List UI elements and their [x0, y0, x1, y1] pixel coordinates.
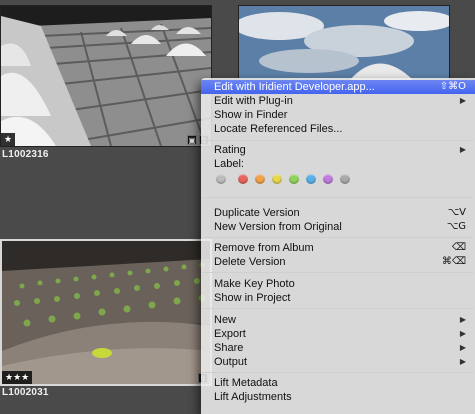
shortcut-cmd-delete: ⌘⌫	[441, 256, 466, 267]
rating-stars: ★	[1, 133, 16, 146]
menu-item-lift-adjustments[interactable]: Lift Adjustments	[201, 390, 475, 404]
label-blue-swatch[interactable]	[306, 174, 316, 184]
menu-item-locate-referenced-files[interactable]: Locate Referenced Files...	[201, 122, 475, 136]
shortcut-opt-g: ⌥G	[446, 221, 466, 232]
submenu-arrow-icon: ▶	[459, 315, 466, 324]
menu-separator	[202, 237, 474, 238]
adjusted-badge-icon: ▣	[187, 135, 197, 145]
menu-separator	[202, 372, 474, 373]
menu-item-export[interactable]: Export ▶	[201, 327, 475, 341]
label-yellow-swatch[interactable]	[272, 174, 282, 184]
submenu-arrow-icon: ▶	[459, 96, 466, 105]
thumbnail-caption: L1002031	[2, 387, 49, 398]
submenu-arrow-icon: ▶	[459, 343, 466, 352]
menu-separator	[202, 197, 474, 198]
submenu-arrow-icon: ▶	[459, 329, 466, 338]
menu-item-share[interactable]: Share ▶	[201, 341, 475, 355]
salt-flats-image	[1, 6, 211, 146]
thumbnail-l1002031[interactable]: ★★★ ↯ L1002031	[0, 239, 212, 404]
submenu-arrow-icon: ▶	[459, 145, 466, 154]
label-purple-swatch[interactable]	[323, 174, 333, 184]
label-red-swatch[interactable]	[238, 174, 248, 184]
label-orange-swatch[interactable]	[255, 174, 265, 184]
menu-item-make-key-photo[interactable]: Make Key Photo	[201, 277, 475, 291]
shortcut-delete: ⌫	[451, 242, 466, 253]
label-green-swatch[interactable]	[289, 174, 299, 184]
thumbnail-l1002316[interactable]: ★ ▣ ↯ L1002316	[0, 5, 212, 165]
menu-item-edit-with-iridient[interactable]: Edit with Iridient Developer.app... ⇧⌘O	[201, 80, 475, 94]
menu-item-edit-with-plugin[interactable]: Edit with Plug-in ▶	[201, 94, 475, 108]
menu-separator	[202, 308, 474, 309]
menu-item-show-in-finder[interactable]: Show in Finder	[201, 108, 475, 122]
rating-stars: ★★★	[2, 371, 33, 384]
sky-image	[239, 6, 449, 81]
label-gray-swatch[interactable]	[340, 174, 350, 184]
menu-item-remove-from-album[interactable]: Remove from Album ⌫	[201, 241, 475, 255]
menu-item-label: Label:	[214, 158, 244, 170]
label-none-swatch[interactable]	[216, 174, 226, 184]
thumbnail-sky[interactable]	[238, 5, 450, 85]
menu-item-rating[interactable]: Rating ▶	[201, 143, 475, 157]
photo-vineyard[interactable]: ★★★ ↯	[0, 239, 212, 386]
context-menu: Edit with Iridient Developer.app... ⇧⌘O …	[201, 78, 475, 414]
photo-sky[interactable]	[238, 5, 450, 82]
menu-separator	[202, 140, 474, 141]
submenu-arrow-icon: ▶	[459, 357, 466, 366]
vineyard-image	[2, 241, 210, 384]
menu-item-show-in-project[interactable]: Show in Project	[201, 291, 475, 305]
photo-salt-flats[interactable]: ★ ▣ ↯	[0, 5, 212, 147]
menu-separator	[202, 272, 474, 273]
shortcut-opt-v: ⌥V	[447, 207, 466, 218]
menu-item-new-version-from-original[interactable]: New Version from Original ⌥G	[201, 220, 475, 234]
menu-item-new[interactable]: New ▶	[201, 313, 475, 327]
menu-item-delete-version[interactable]: Delete Version ⌘⌫	[201, 255, 475, 269]
shortcut-shift-cmd-o: ⇧⌘O	[439, 81, 466, 92]
thumbnail-caption: L1002316	[2, 149, 49, 160]
menu-item-duplicate-version[interactable]: Duplicate Version ⌥V	[201, 206, 475, 220]
menu-item-lift-metadata[interactable]: Lift Metadata	[201, 376, 475, 390]
menu-item-output[interactable]: Output ▶	[201, 355, 475, 369]
